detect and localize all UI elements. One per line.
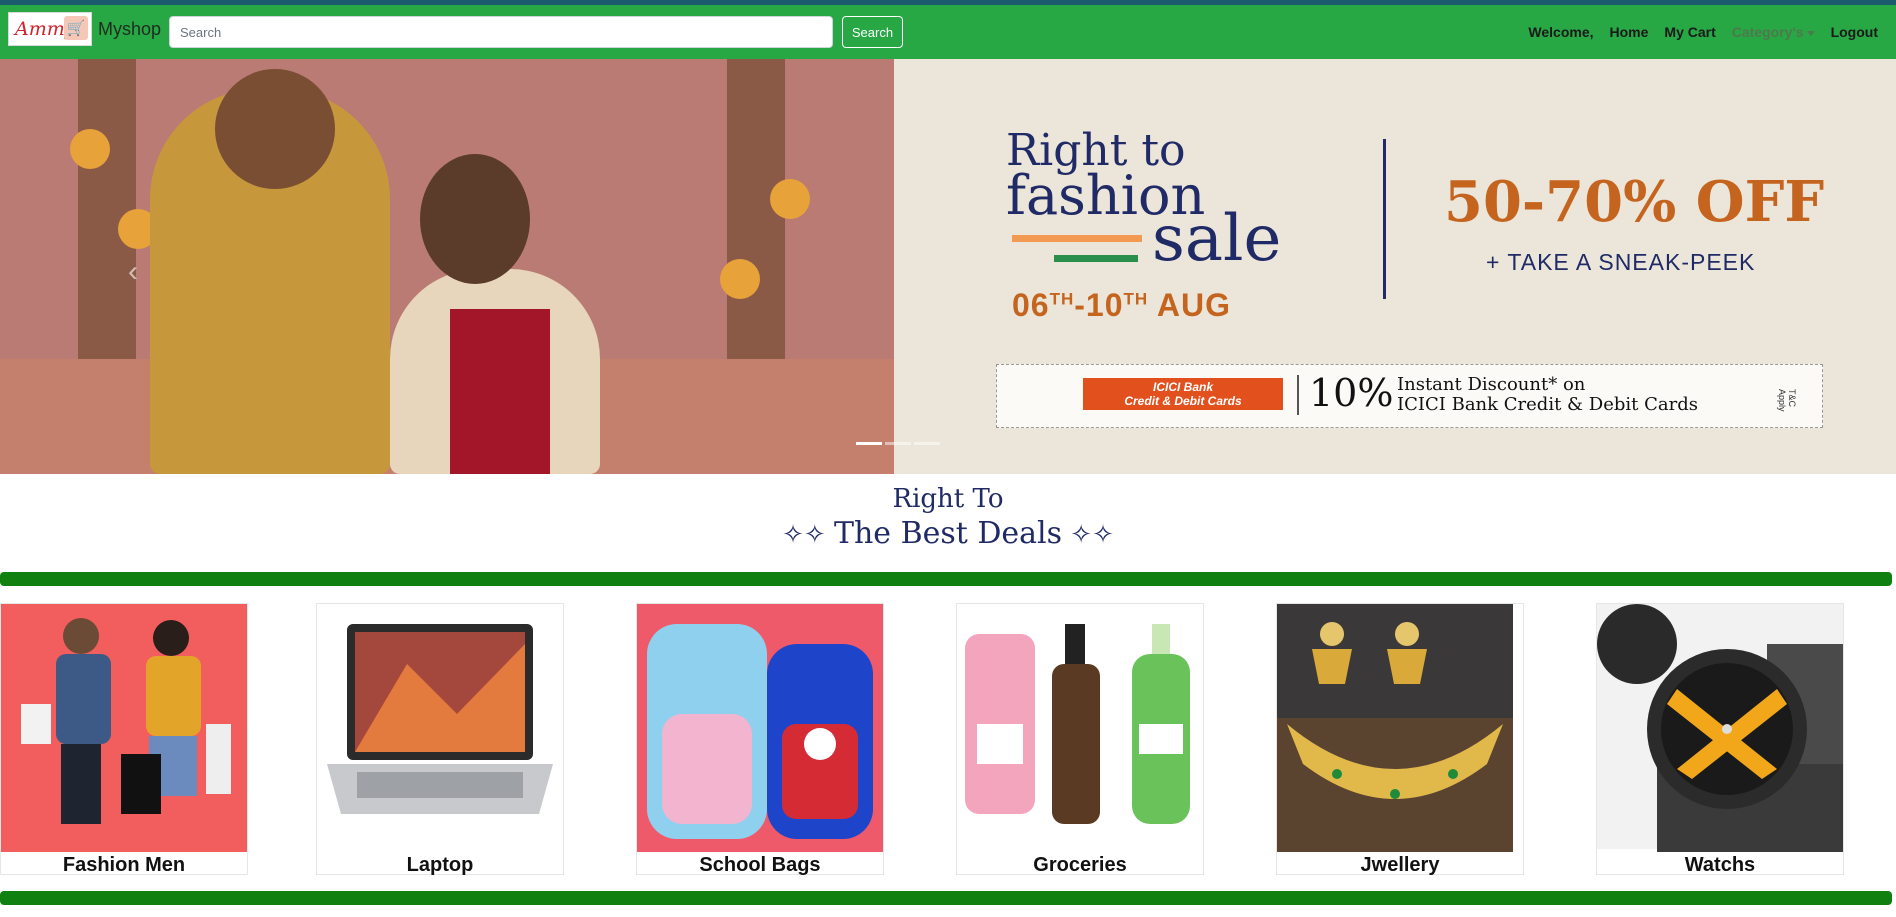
carousel-prev-icon[interactable]: ‹ <box>128 255 138 289</box>
watch-image <box>1597 604 1843 852</box>
date-start-sup: TH <box>1049 289 1075 309</box>
bank-offer-line1: Instant Discount* on <box>1397 374 1586 395</box>
logout-link[interactable]: Logout <box>1831 24 1878 40</box>
chevron-down-icon <box>1806 30 1815 36</box>
nav-links: Welcome, Home My Cart Category's Logout <box>1528 5 1878 59</box>
category-label: Laptop <box>406 854 474 876</box>
category-card-fashion-men[interactable]: Fashion Men <box>0 603 248 876</box>
date-month: AUG <box>1148 287 1231 323</box>
category-label: Watchs <box>1684 854 1756 876</box>
category-card-school-bags[interactable]: School Bags <box>636 603 884 876</box>
search-button[interactable]: Search <box>842 16 903 48</box>
bank-offer: ICICI Bank Credit & Debit Cards 10% Insta… <box>996 364 1823 428</box>
sale-dates: 06TH-10TH AUG <box>1012 287 1231 324</box>
date-end: -10 <box>1074 287 1124 323</box>
clover-icon: ✧✧ <box>782 520 834 550</box>
cart-logo-icon: 🛒 <box>64 16 88 40</box>
welcome-text: Welcome, <box>1528 24 1594 40</box>
carousel-indicator[interactable] <box>914 442 940 445</box>
section-divider <box>0 572 1892 586</box>
sale-title-line3: sale <box>1152 202 1282 276</box>
category-card-watchs[interactable]: Watchs <box>1596 603 1844 876</box>
category-label: School Bags <box>699 854 821 876</box>
bank-divider <box>1297 375 1299 415</box>
bank-offer-line2: ICICI Bank Credit & Debit Cards <box>1397 394 1698 415</box>
date-end-sup: TH <box>1123 289 1149 309</box>
category-card-jewellery[interactable]: Jwellery <box>1276 603 1524 876</box>
icici-badge-line1: ICICI Bank <box>1152 380 1213 394</box>
icici-badge-line2: Credit & Debit Cards <box>1124 394 1242 408</box>
home-link[interactable]: Home <box>1610 24 1649 40</box>
groceries-image <box>957 604 1203 852</box>
deals-heading-line2: The Best Deals <box>833 516 1063 551</box>
category-label: Category's <box>1731 24 1804 40</box>
school-bags-image <box>637 604 883 852</box>
sneak-peek-text: + TAKE A SNEAK-PEEK <box>1486 249 1756 275</box>
hero-carousel[interactable]: Right to fashion sale 06TH-10TH AUG 50-7… <box>0 59 1896 474</box>
sale-banner: Right to fashion sale 06TH-10TH AUG 50-7… <box>894 59 1896 474</box>
fashion-image <box>1 604 247 852</box>
icici-badge: ICICI Bank Credit & Debit Cards <box>1083 378 1283 410</box>
brand[interactable]: Ammy 🛒 Myshop <box>8 11 161 47</box>
laptop-image <box>317 604 563 852</box>
deals-heading-line1: Right To <box>892 484 1004 514</box>
carousel-indicator[interactable] <box>856 442 882 445</box>
category-label: Jwellery <box>1360 854 1440 876</box>
carousel-indicator[interactable] <box>885 442 911 445</box>
bank-percent: 10% <box>1309 371 1394 415</box>
date-start: 06 <box>1012 287 1050 323</box>
carousel-indicators <box>856 442 940 445</box>
section-divider <box>0 891 1892 905</box>
shop-logo[interactable]: Ammy 🛒 <box>8 12 92 46</box>
search-input[interactable] <box>169 16 833 48</box>
brand-name[interactable]: Myshop <box>98 19 161 40</box>
category-card-groceries[interactable]: Groceries <box>956 603 1204 876</box>
category-card-laptop[interactable]: Laptop <box>316 603 564 876</box>
green-stripe <box>1054 255 1138 262</box>
jewellery-image <box>1277 604 1513 852</box>
banner-divider <box>1383 139 1386 299</box>
terms-text: T&C Apply <box>1777 389 1797 412</box>
bank-offer-text: Instant Discount* on ICICI Bank Credit & … <box>1397 375 1698 415</box>
category-dropdown[interactable]: Category's <box>1732 24 1815 40</box>
saffron-stripe <box>1012 235 1142 242</box>
category-label: Fashion Men <box>62 854 186 876</box>
clover-icon: ✧✧ <box>1062 520 1114 550</box>
deals-heading: ✧✧ The Best Deals ✧✧ <box>0 516 1896 551</box>
discount-text: 50-70% OFF <box>1444 169 1825 235</box>
category-label: Groceries <box>1033 854 1127 876</box>
my-cart-link[interactable]: My Cart <box>1664 24 1715 40</box>
